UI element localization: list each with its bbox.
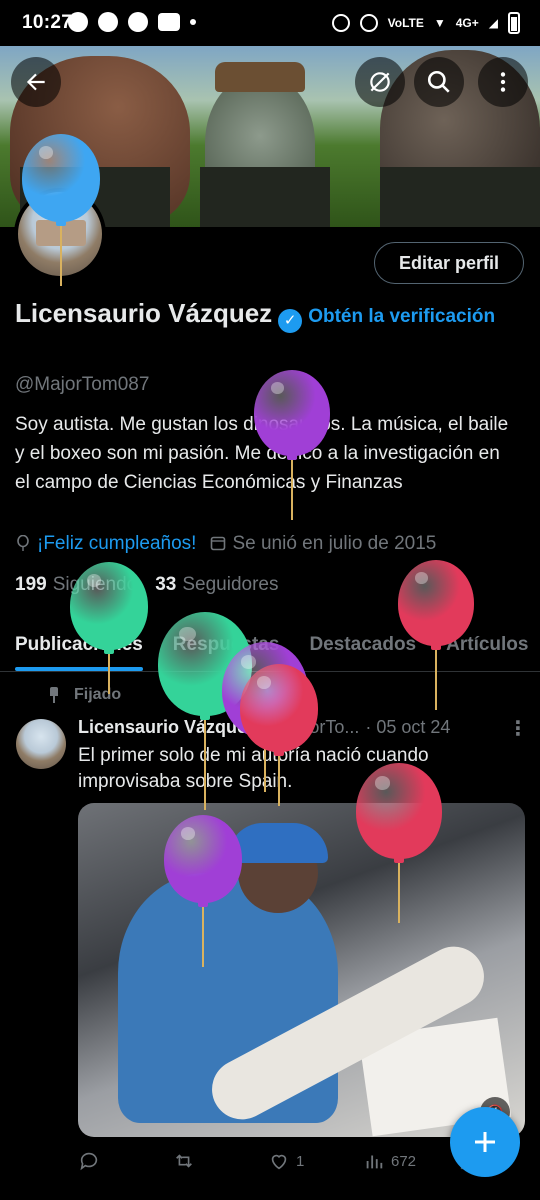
reply-icon (80, 1152, 98, 1171)
sync-icon (370, 72, 390, 92)
balloon-decoration (398, 560, 474, 710)
banner-hat (215, 62, 305, 92)
profile-handle: @MajorTom087 (15, 374, 150, 395)
joined-text: Se unió en julio de 2015 (232, 533, 437, 554)
joined-row: Se unió en julio de 2015 (210, 533, 436, 555)
more-notifications-icon (190, 19, 196, 25)
wifi-icon: ▼ (433, 16, 446, 30)
like-count: 1 (296, 1152, 305, 1170)
plus-icon (475, 1132, 495, 1152)
signal-icon: ◢ (488, 16, 498, 30)
balloon-decoration (22, 134, 100, 286)
followers-count: 33 (155, 574, 177, 595)
status-bar: 10:27 VoLTE ▼ 4G+ ◢ (0, 0, 540, 46)
more-options-button[interactable] (478, 57, 528, 107)
status-time: 10:27 (22, 12, 73, 33)
reply-button[interactable] (78, 1150, 173, 1172)
balloon-decoration (164, 815, 242, 967)
search-icon (427, 70, 450, 93)
balloon-decoration (70, 562, 148, 694)
balloon-decoration (240, 664, 318, 806)
post-avatar[interactable] (16, 719, 66, 769)
repost-icon (176, 1154, 192, 1168)
verified-badge-icon: ✓ (278, 309, 303, 333)
do-not-disturb-icon (359, 14, 378, 32)
back-button[interactable] (11, 57, 61, 107)
compose-post-button[interactable] (450, 1107, 520, 1177)
followers-label: Seguidores (182, 574, 279, 595)
network-label: 4G+ (455, 16, 479, 30)
balloon-decoration (254, 370, 330, 520)
pin-icon (46, 687, 62, 703)
birthday-row[interactable]: ¡Feliz cumpleaños! (15, 533, 196, 555)
post-video[interactable] (78, 803, 525, 1137)
more-vertical-icon (500, 72, 506, 92)
post-more-icon[interactable]: ⋮ (508, 716, 528, 741)
sync-button[interactable] (355, 57, 405, 107)
spotify-icon (98, 12, 118, 32)
system-icons: VoLTE ▼ 4G+ ◢ (331, 12, 520, 34)
app-icon (128, 12, 148, 32)
like-button[interactable]: 1 (268, 1150, 363, 1172)
birthday-text[interactable]: ¡Feliz cumpleaños! (37, 533, 196, 554)
balloon-decoration (356, 763, 442, 923)
views-count: 672 (391, 1152, 417, 1170)
views-button[interactable]: 672 (363, 1150, 458, 1172)
notification-icons (68, 12, 196, 32)
whatsapp-icon (68, 12, 88, 32)
display-name: Licensaurio Vázquez (15, 298, 273, 328)
youtube-icon (158, 13, 180, 31)
get-verified-link[interactable]: Obtén la verificación (308, 306, 495, 327)
battery-icon (508, 12, 520, 34)
volte-icon: VoLTE (387, 16, 424, 30)
name-block: Licensaurio Vázquez ✓ Obtén la verificació… (15, 297, 525, 334)
followers-link[interactable]: 33 Seguidores (155, 574, 278, 596)
following-count: 199 (15, 574, 47, 595)
heart-icon (271, 1154, 287, 1170)
arrow-left-icon (26, 73, 45, 91)
search-button[interactable] (414, 57, 464, 107)
post-date[interactable]: · 05 oct 24 (365, 717, 450, 738)
repost-button[interactable] (173, 1150, 268, 1172)
views-icon (366, 1155, 383, 1169)
edit-profile-button[interactable]: Editar perfil (374, 242, 524, 284)
calendar-icon (211, 536, 226, 551)
balloon-icon (17, 535, 29, 551)
alarm-icon (331, 14, 350, 32)
profile-meta: ¡Feliz cumpleaños! Se unió en julio de 2… (15, 533, 436, 555)
